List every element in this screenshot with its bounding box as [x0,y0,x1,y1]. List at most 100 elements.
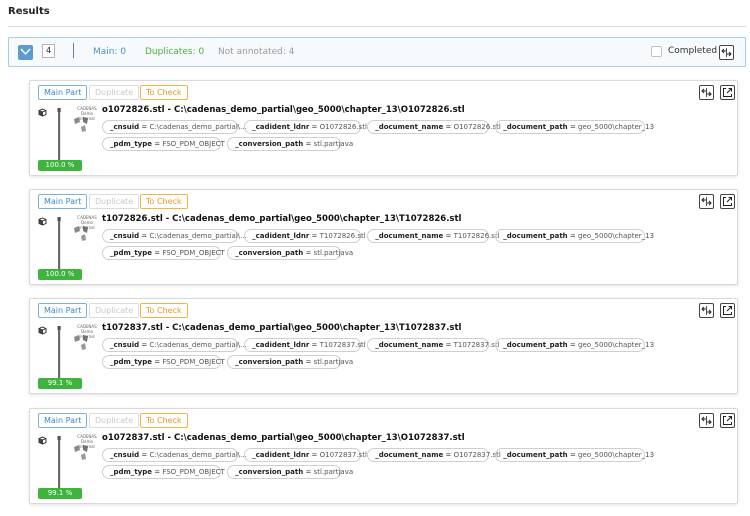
attr-value: geo_5000\chapter_13 [578,232,655,240]
to-check-tag[interactable]: To Check [140,303,188,318]
open-button[interactable] [720,85,735,100]
duplicate-tag[interactable]: Duplicate [89,85,140,100]
summary-bar: 4 Main: 0 Duplicates: 0 Not annotated: 4… [8,37,746,67]
attr-key: _conversion_path [235,358,304,366]
cube-icon [38,326,47,335]
compare-arrows-icon [701,88,712,97]
attr-value: T1072826.stl [319,232,366,240]
to-check-tag[interactable]: To Check [140,194,188,209]
attr-cnsuid[interactable]: _cnsuid = C:\cadenas_demo_partial\... [102,448,247,462]
attr-cadident[interactable]: _cadident_ldnr = O1072826.stl [244,120,367,134]
attr-document-path[interactable]: _document_path = geo_5000\chapter_13 [495,338,654,352]
attr-key: _cadident_ldnr [252,451,310,459]
open-external-icon [723,416,732,425]
attr-value: stl.partjava [313,140,354,148]
part-title[interactable]: t1072837.stl - C:\cadenas_demo_partial\g… [102,323,461,333]
duplicate-tag[interactable]: Duplicate [89,303,140,318]
attr-document-path[interactable]: _document_path = geo_5000\chapter_13 [495,448,654,462]
compare-button[interactable] [699,413,714,428]
compare-all-button[interactable] [719,45,734,60]
attribute-list: _cnsuid = C:\cadenas_demo_partial\... _c… [102,120,662,154]
attr-cadident[interactable]: _cadident_ldnr = T1072837.stl [244,338,366,352]
completed-checkbox[interactable] [651,46,662,57]
open-button[interactable] [720,194,735,209]
attr-document-name[interactable]: _document_name = O1072826.stl [367,120,501,134]
match-score: 100.0 % [38,160,82,171]
attr-key: _cadident_ldnr [252,341,310,349]
attr-pdm-type[interactable]: _pdm_type = FSO_PDM_OBJECT [102,137,225,151]
attr-pdm-type[interactable]: _pdm_type = FSO_PDM_OBJECT [102,355,225,369]
attr-cnsuid[interactable]: _cnsuid = C:\cadenas_demo_partial\... [102,120,247,134]
attr-document-path[interactable]: _document_path = geo_5000\chapter_13 [495,120,654,134]
part-thumbnail[interactable]: CADENAS Demo internal [53,105,103,165]
match-score: 100.0 % [38,269,82,280]
thumbnail-brand: CADENAS Demo internal [77,106,97,121]
attr-value: stl.partjava [313,468,354,476]
attr-value: C:\cadenas_demo_partial\... [149,232,247,240]
attr-document-name[interactable]: _document_name = T1072826.stl [367,229,500,243]
to-check-tag[interactable]: To Check [140,413,188,428]
duplicate-tag[interactable]: Duplicate [89,413,140,428]
attr-value: O1072837.stl [319,451,367,459]
attr-key: _cnsuid [110,341,140,349]
attr-key: _pdm_type [110,140,152,148]
part-title[interactable]: o1072837.stl - C:\cadenas_demo_partial\g… [102,433,465,443]
completed-label: Completed [668,46,718,56]
duplicates-count[interactable]: Duplicates: 0 [145,47,204,57]
attr-document-name[interactable]: _document_name = O1072837.stl [367,448,501,462]
attr-key: _document_name [375,341,444,349]
main-part-tag[interactable]: Main Part [38,194,88,209]
attr-key: _conversion_path [235,140,304,148]
attr-value: stl.partjava [313,249,354,257]
select-all-checkbox[interactable] [18,45,33,60]
compare-button[interactable] [699,303,714,318]
attr-value: stl.partjava [313,358,354,366]
compare-button[interactable] [699,194,714,209]
attr-key: _cadident_ldnr [252,232,310,240]
open-button[interactable] [720,413,735,428]
part-thumbnail[interactable]: CADENAS Demo internal [53,323,103,383]
cube-icon [38,217,47,226]
attr-key: _cnsuid [110,123,140,131]
attr-document-path[interactable]: _document_path = geo_5000\chapter_13 [495,229,654,243]
compare-button[interactable] [699,85,714,100]
attr-cnsuid[interactable]: _cnsuid = C:\cadenas_demo_partial\... [102,338,247,352]
to-check-tag[interactable]: To Check [140,85,188,100]
part-thumbnail[interactable]: CADENAS Demo internal [53,214,103,274]
attr-document-name[interactable]: _document_name = T1072837.stl [367,338,500,352]
attr-conversion-path[interactable]: _conversion_path = stl.partjava [227,246,353,260]
attr-key: _cnsuid [110,451,140,459]
attr-conversion-path[interactable]: _conversion_path = stl.partjava [227,137,353,151]
attr-key: _document_name [375,451,444,459]
attr-value: O1072826.stl [319,123,367,131]
main-count[interactable]: Main: 0 [93,47,126,57]
attr-key: _cnsuid [110,232,140,240]
attr-value: FSO_PDM_OBJECT [162,358,225,366]
main-part-tag[interactable]: Main Part [38,85,88,100]
part-thumbnail[interactable]: CADENAS Demo internal [53,433,103,493]
attr-conversion-path[interactable]: _conversion_path = stl.partjava [227,355,353,369]
main-part-tag[interactable]: Main Part [38,413,88,428]
part-title[interactable]: t1072826.stl - C:\cadenas_demo_partial\g… [102,214,461,224]
duplicate-tag[interactable]: Duplicate [89,194,140,209]
thumbnail-brand: CADENAS Demo internal [77,215,97,230]
open-button[interactable] [720,303,735,318]
attr-key: _pdm_type [110,358,152,366]
result-card: Main Part Duplicate To Check CADENAS Dem… [29,80,738,176]
attr-conversion-path[interactable]: _conversion_path = stl.partjava [227,465,353,479]
attr-key: _pdm_type [110,468,152,476]
attr-pdm-type[interactable]: _pdm_type = FSO_PDM_OBJECT [102,246,225,260]
divider [8,26,746,27]
main-part-tag[interactable]: Main Part [38,303,88,318]
attr-cnsuid[interactable]: _cnsuid = C:\cadenas_demo_partial\... [102,229,247,243]
attr-key: _document_path [503,232,568,240]
attr-value: FSO_PDM_OBJECT [162,249,225,257]
part-title[interactable]: o1072826.stl - C:\cadenas_demo_partial\g… [102,105,465,115]
attribute-list: _cnsuid = C:\cadenas_demo_partial\... _c… [102,229,662,263]
attr-cadident[interactable]: _cadident_ldnr = O1072837.stl [244,448,367,462]
attr-pdm-type[interactable]: _pdm_type = FSO_PDM_OBJECT [102,465,225,479]
attr-cadident[interactable]: _cadident_ldnr = T1072826.stl [244,229,366,243]
result-count: 4 [42,44,55,58]
not-annotated-count[interactable]: Not annotated: 4 [218,47,295,57]
attr-value: T1072837.stl [319,341,366,349]
